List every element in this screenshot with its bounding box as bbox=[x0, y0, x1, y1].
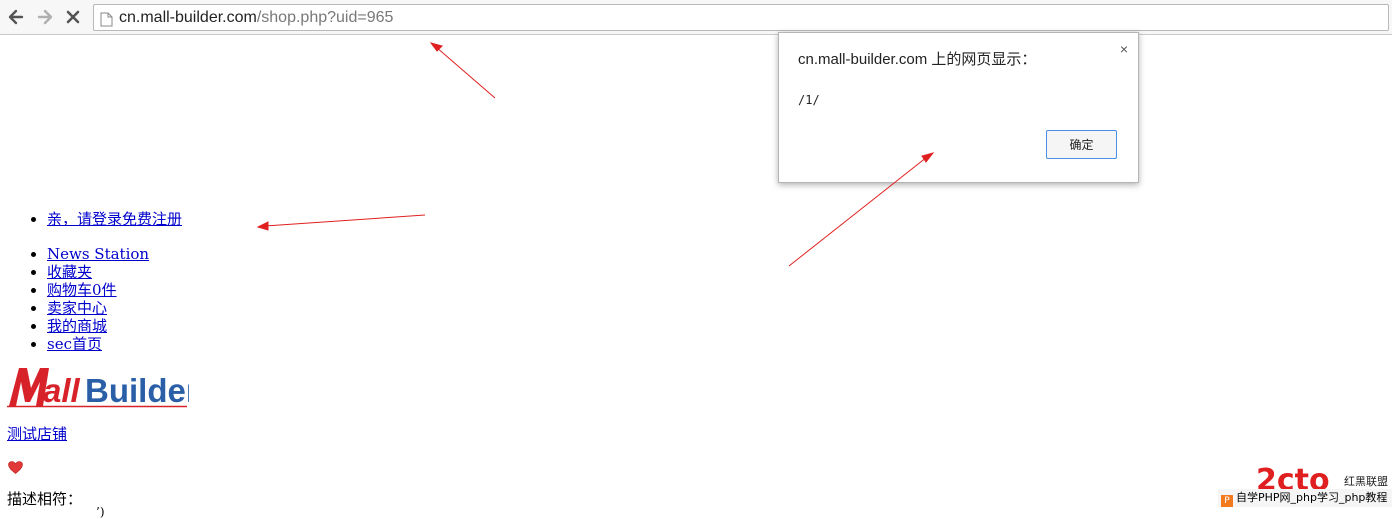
alert-dialog: cn.mall-builder.com 上的网页显示： × /1/ 确定 bbox=[778, 32, 1139, 183]
mallbuilder-logo[interactable]: all Builder bbox=[7, 366, 199, 409]
close-icon[interactable]: × bbox=[1120, 41, 1128, 57]
description-match-label: 描述相符： bbox=[7, 490, 83, 508]
nav-link-cart[interactable]: 购物车0件 bbox=[47, 281, 117, 299]
url-host: cn.mall-builder.com bbox=[119, 9, 257, 26]
back-arrow-icon[interactable] bbox=[6, 7, 26, 27]
dialog-title: cn.mall-builder.com 上的网页显示： bbox=[798, 51, 1037, 68]
nav-link-favorites[interactable]: 收藏夹 bbox=[47, 263, 92, 281]
logo-text-red: all bbox=[43, 372, 81, 408]
browser-toolbar: cn.mall-builder.com/shop.php?uid=965 bbox=[0, 0, 1392, 35]
list-item: 卖家中心 bbox=[47, 299, 149, 317]
heart-icon bbox=[8, 459, 23, 478]
partial-text: ’) bbox=[96, 505, 105, 519]
ok-button[interactable]: 确定 bbox=[1046, 130, 1117, 159]
dialog-message: /1/ bbox=[798, 93, 820, 107]
site-watermark: 2cto 红黑联盟 P 自学PHP网_php学习_php教程 bbox=[1218, 466, 1392, 512]
php-site-icon: P bbox=[1221, 495, 1233, 507]
list-item: 亲，请登录免费注册 bbox=[47, 209, 182, 229]
page-icon bbox=[100, 10, 113, 35]
logo-text-blue: Builder bbox=[85, 372, 189, 408]
list-item: 收藏夹 bbox=[47, 263, 149, 281]
list-item: sec首页 bbox=[47, 335, 149, 353]
list-item: 我的商城 bbox=[47, 317, 149, 335]
arrow-to-login-link bbox=[264, 214, 426, 227]
url-text[interactable]: cn.mall-builder.com/shop.php?uid=965 bbox=[119, 5, 393, 30]
arrow-head-login bbox=[256, 221, 269, 231]
login-list: 亲，请登录免费注册 bbox=[47, 209, 182, 229]
watermark-brand: 红黑联盟 bbox=[1344, 475, 1388, 488]
login-register-link[interactable]: 亲，请登录免费注册 bbox=[47, 210, 182, 228]
arrow-head-url bbox=[429, 42, 443, 52]
address-bar[interactable]: cn.mall-builder.com/shop.php?uid=965 bbox=[93, 4, 1389, 31]
list-item: News Station bbox=[47, 245, 149, 263]
nav-link-my-mall[interactable]: 我的商城 bbox=[47, 317, 107, 335]
url-path: /shop.php?uid=965 bbox=[256, 9, 394, 26]
shop-name-link[interactable]: 测试店铺 bbox=[7, 423, 67, 444]
list-item: 购物车0件 bbox=[47, 281, 149, 299]
forward-arrow-icon[interactable] bbox=[35, 7, 55, 27]
watermark-bar-text: 自学PHP网_php学习_php教程 bbox=[1236, 491, 1388, 504]
watermark-bar: P 自学PHP网_php学习_php教程 bbox=[1218, 489, 1392, 507]
nav-link-news-station[interactable]: News Station bbox=[47, 245, 149, 263]
stop-loading-icon[interactable] bbox=[63, 7, 83, 27]
arrow-to-url bbox=[435, 46, 496, 99]
nav-link-sec-home[interactable]: sec首页 bbox=[47, 335, 102, 353]
nav-link-seller-center[interactable]: 卖家中心 bbox=[47, 299, 107, 317]
top-nav-list: News Station 收藏夹 购物车0件 卖家中心 我的商城 sec首页 bbox=[47, 245, 149, 353]
annotation-arrows bbox=[256, 42, 935, 267]
